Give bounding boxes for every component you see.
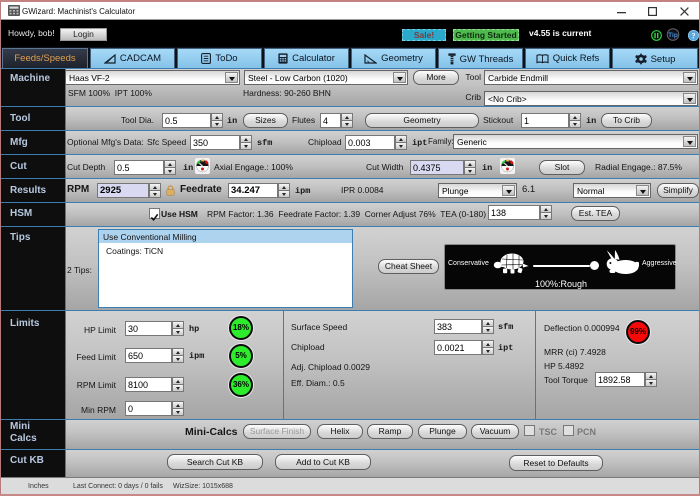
svg-text:Tip: Tip — [668, 32, 678, 39]
svg-text:?: ? — [692, 31, 696, 40]
